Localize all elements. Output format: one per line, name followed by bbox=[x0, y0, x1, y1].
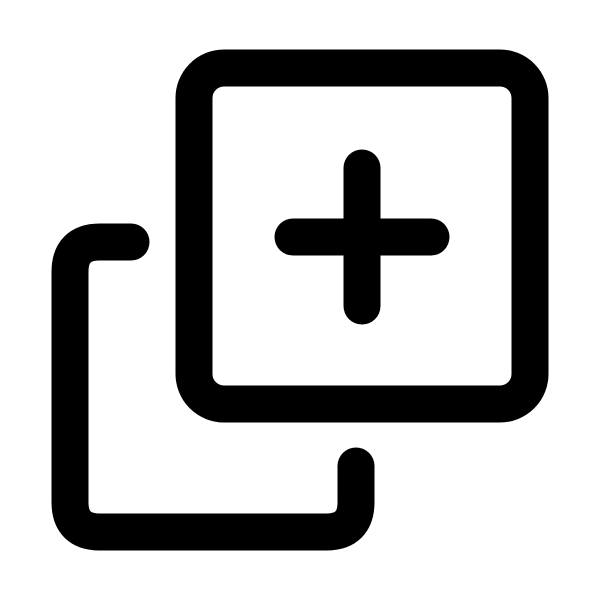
add-to-collection-icon[interactable] bbox=[0, 0, 600, 600]
icon-canvas bbox=[0, 0, 600, 600]
add-to-collection-icon-svg bbox=[51, 49, 549, 551]
